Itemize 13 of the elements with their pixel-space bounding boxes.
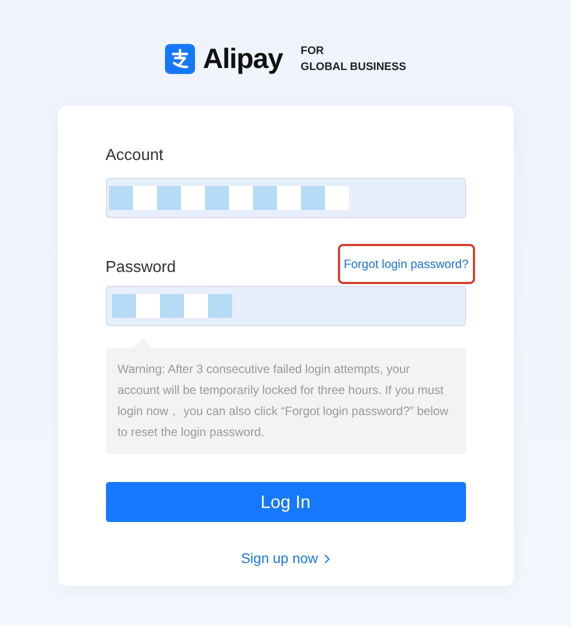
forgot-password-link[interactable]: Forgot login password? (338, 244, 474, 284)
signup-link[interactable]: Sign up now (240, 548, 330, 569)
warning-message: Warning: After 3 consecutive failed login attempts, your account will be temporarily locked for three hours. If you must login now， you can also click “Forgot login password?” below to reset the login password. (106, 348, 466, 454)
logo-icon (164, 44, 195, 74)
account-label: Account (106, 146, 164, 166)
chevron-right-icon (324, 554, 330, 564)
password-label: Password (106, 258, 176, 278)
logo-tagline: FOR (300, 44, 325, 59)
logo-wordmark: Alipay (202, 45, 283, 73)
logo-tagline: GLOBAL BUSINESS (300, 60, 406, 75)
password-field[interactable] (106, 286, 466, 326)
account-field[interactable] (106, 178, 466, 218)
login-button[interactable]: Log In (106, 482, 466, 522)
